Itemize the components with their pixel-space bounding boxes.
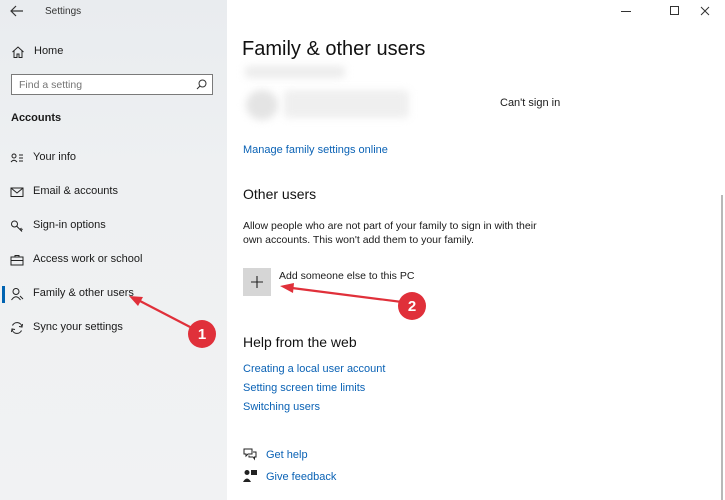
annotation-badge-1: 1 <box>188 320 216 348</box>
sidebar-item-access-work-school[interactable]: Access work or school <box>0 248 227 274</box>
help-link-local-account[interactable]: Creating a local user account <box>243 363 385 375</box>
selected-indicator <box>2 286 5 303</box>
home-icon <box>12 46 24 58</box>
add-user-button[interactable] <box>243 268 271 296</box>
plus-icon <box>251 276 263 288</box>
get-help-icon <box>243 448 257 461</box>
sidebar-item-family-other-users[interactable]: Family & other users <box>0 282 227 308</box>
annotation-badge-2: 2 <box>398 292 426 320</box>
manage-family-link[interactable]: Manage family settings online <box>243 144 388 156</box>
give-feedback-link[interactable]: Give feedback <box>266 471 336 483</box>
family-member-card[interactable] <box>240 64 410 130</box>
mail-icon <box>10 187 24 197</box>
member-email-redacted <box>284 90 409 118</box>
sidebar-item-email-accounts[interactable]: Email & accounts <box>0 180 227 206</box>
member-status: Can't sign in <box>500 97 561 109</box>
member-name-redacted <box>245 66 345 78</box>
scrollbar[interactable] <box>721 195 723 500</box>
sync-icon <box>11 322 23 334</box>
minimize-icon <box>621 11 631 12</box>
close-button[interactable] <box>690 0 720 22</box>
sidebar-item-label: Sign-in options <box>33 219 106 231</box>
sidebar-item-sign-in-options[interactable]: Sign-in options <box>0 214 227 240</box>
close-icon <box>700 6 710 16</box>
search-box[interactable] <box>11 74 213 95</box>
sidebar-item-label: Your info <box>33 151 77 163</box>
maximize-button[interactable] <box>660 0 690 22</box>
sidebar-item-label: Access work or school <box>33 253 143 265</box>
sidebar-item-label: Family & other users <box>33 287 134 299</box>
window-title: Settings <box>45 6 82 17</box>
main-content: Family & other users Can't sign in Manag… <box>227 0 725 500</box>
section-title: Accounts <box>11 112 62 124</box>
search-icon[interactable] <box>196 79 207 90</box>
minimize-button[interactable] <box>611 0 641 22</box>
search-input[interactable] <box>12 75 197 94</box>
avatar <box>246 90 278 120</box>
get-help-link[interactable]: Get help <box>266 449 308 461</box>
home-label: Home <box>34 45 64 57</box>
help-link-switching-users[interactable]: Switching users <box>243 401 320 413</box>
back-arrow-icon <box>10 5 23 17</box>
sidebar-item-your-info[interactable]: Your info <box>0 146 227 172</box>
key-icon <box>11 220 23 232</box>
home-nav-item[interactable]: Home <box>0 40 227 64</box>
sidebar: Settings Home Accounts Your info Email &… <box>0 0 227 500</box>
person-icon <box>11 288 24 301</box>
sidebar-item-label: Email & accounts <box>33 185 118 197</box>
help-heading: Help from the web <box>243 334 357 350</box>
briefcase-icon <box>10 255 24 266</box>
maximize-icon <box>670 6 679 15</box>
other-users-description: Allow people who are not part of your fa… <box>243 220 537 246</box>
other-users-heading: Other users <box>243 186 317 202</box>
back-button[interactable] <box>8 3 26 19</box>
person-card-icon <box>10 153 23 163</box>
page-title: Family & other users <box>242 38 426 60</box>
sidebar-item-label: Sync your settings <box>33 321 123 333</box>
feedback-icon <box>243 470 257 482</box>
add-user-label[interactable]: Add someone else to this PC <box>279 270 414 282</box>
help-link-screen-time[interactable]: Setting screen time limits <box>243 382 365 394</box>
